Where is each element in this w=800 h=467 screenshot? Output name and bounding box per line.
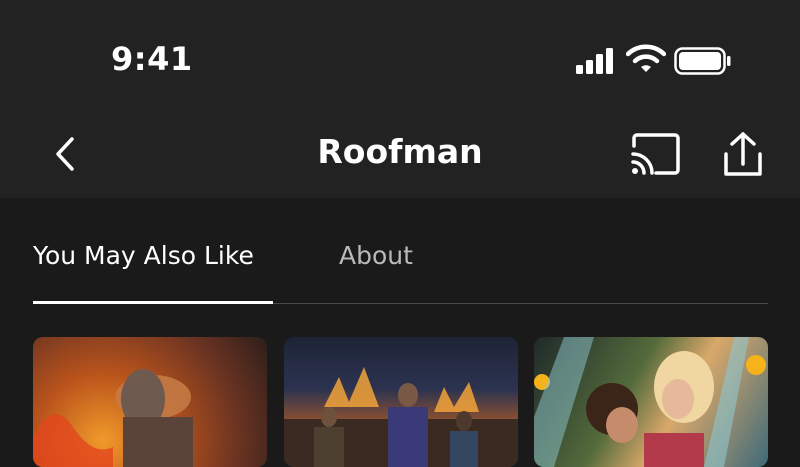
cast-icon — [631, 133, 680, 175]
active-tab-indicator — [33, 301, 273, 304]
signal-icon — [576, 48, 613, 74]
share-icon — [724, 132, 762, 176]
thumbnail-group-image — [284, 367, 518, 467]
thumbnail-firefighter-image — [33, 369, 193, 467]
nav-bar: Roofman — [0, 120, 800, 190]
tab-about[interactable]: About — [339, 241, 413, 270]
thumbnail-couple-image — [534, 337, 766, 467]
battery-icon — [674, 47, 731, 75]
tab-bar: You May Also Like About — [33, 226, 768, 306]
cast-button[interactable] — [628, 132, 682, 178]
recommendation-card-2[interactable] — [284, 337, 518, 467]
recommendation-card-1[interactable] — [33, 337, 267, 467]
tab-you-may-also-like[interactable]: You May Also Like — [33, 241, 254, 270]
recommendation-card-3[interactable] — [534, 337, 768, 467]
top-header: 9:41 Roofman — [0, 0, 800, 198]
share-button[interactable] — [718, 130, 768, 180]
wifi-icon — [626, 44, 666, 72]
status-time: 9:41 — [111, 40, 193, 78]
